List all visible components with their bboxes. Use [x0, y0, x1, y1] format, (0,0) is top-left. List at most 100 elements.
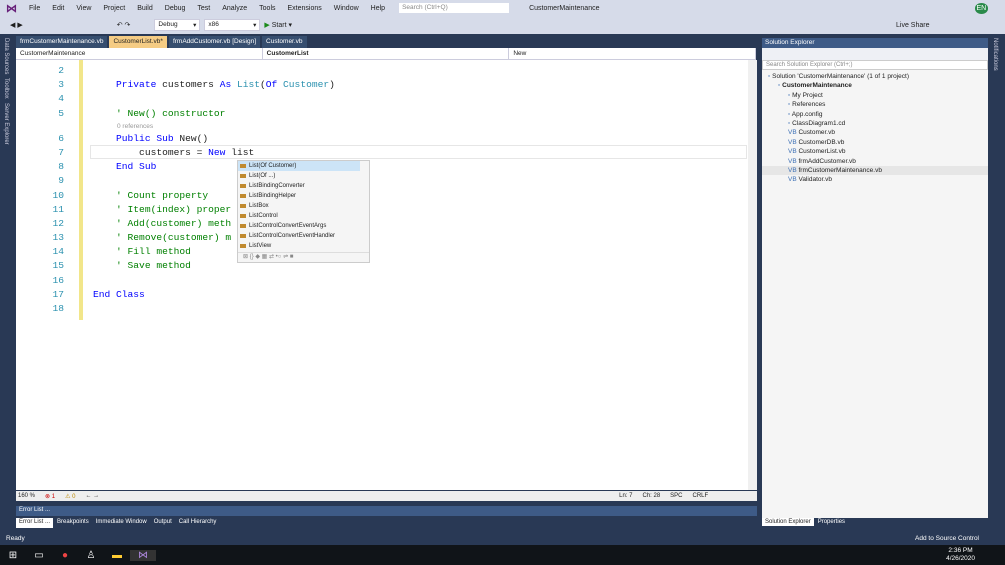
undo-icon[interactable]: ↶ ↷	[117, 21, 131, 29]
solution-tab[interactable]: Properties	[815, 518, 848, 526]
tree-item[interactable]: ▫ App.config	[762, 110, 988, 119]
config-dropdown[interactable]: Debug ▾	[154, 19, 201, 31]
code-line: 7 customers = New list	[36, 146, 335, 160]
menu-analyze[interactable]: Analyze	[216, 5, 253, 12]
file-icon: VB	[788, 129, 799, 137]
tree-item[interactable]: ▫ CustomerMaintenance	[762, 81, 988, 90]
bottom-tab[interactable]: Immediate Window	[93, 518, 150, 528]
code-editor[interactable]: 2 3 Private customers As List(Of Customer…	[16, 60, 757, 490]
codelens-references[interactable]: 0 references	[36, 121, 335, 132]
tree-item[interactable]: VB frmCustomerMaintenance.vb	[762, 165, 988, 176]
menu-test[interactable]: Test	[191, 5, 216, 12]
tree-item[interactable]: VB frmAddCustomer.vb	[762, 157, 988, 166]
tree-item[interactable]: ▫ Solution 'CustomerMaintenance' (1 of 1…	[762, 72, 988, 81]
visual-studio-icon[interactable]: ⋈	[130, 549, 156, 561]
line-number: 15	[52, 260, 64, 272]
tree-item[interactable]: ▫ ClassDiagram1.cd	[762, 119, 988, 128]
user-avatar[interactable]: EN	[974, 2, 989, 14]
code-line: 18	[36, 302, 335, 316]
left-tool-strip: Data Sources Toolbox Server Explorer	[0, 34, 16, 530]
code-token: Private	[116, 79, 157, 91]
completion-item[interactable]: List(Of Customer)	[238, 161, 360, 171]
live-share-button[interactable]: Live Share	[896, 22, 929, 29]
menu-extensions[interactable]: Extensions	[282, 5, 328, 12]
notifications-tab[interactable]: Notifications	[992, 38, 998, 71]
tree-item[interactable]: ▫ My Project	[762, 91, 988, 100]
error-list-panel[interactable]: Error List ...	[16, 506, 757, 516]
menu-project[interactable]: Project	[97, 5, 131, 12]
tree-item[interactable]: VB CustomerList.vb	[762, 147, 988, 156]
completion-item[interactable]: ListBindingConverter	[238, 181, 369, 191]
code-token: ' Save method	[116, 260, 191, 272]
search-input[interactable]: Search (Ctrl+Q)	[399, 3, 510, 13]
tree-item[interactable]: ▫ References	[762, 100, 988, 109]
tree-item[interactable]: VB Validator.vb	[762, 175, 988, 184]
line-number: 6	[58, 132, 64, 144]
document-tab[interactable]: Customer.vb	[262, 36, 307, 48]
document-tab[interactable]: frmAddCustomer.vb [Design]	[168, 36, 261, 48]
class-dropdown[interactable]: CustomerList	[263, 48, 510, 59]
line-number: 17	[52, 288, 64, 300]
menu-debug[interactable]: Debug	[159, 5, 192, 12]
tree-item[interactable]: VB CustomerDB.vb	[762, 138, 988, 147]
member-dropdown[interactable]: New	[509, 48, 757, 59]
menu-file[interactable]: File	[23, 5, 46, 12]
side-tab[interactable]: Toolbox	[3, 78, 9, 99]
navigation-bar: CustomerMaintenance CustomerList New	[16, 48, 757, 60]
completion-item[interactable]: ListBox	[238, 201, 369, 211]
app-icon[interactable]: ♙	[78, 550, 104, 561]
vs-logo-icon: ⋈	[6, 2, 17, 15]
completion-item[interactable]: List(Of ...)	[238, 171, 369, 181]
add-to-source-control[interactable]: Add to Source Control	[915, 535, 979, 542]
nav-arrows[interactable]: ← →	[85, 493, 99, 499]
completion-item[interactable]: ListControlConvertEventArgs	[238, 221, 369, 231]
solution-explorer-toolbar[interactable]	[762, 48, 988, 60]
line-number: 4	[58, 93, 64, 105]
clock[interactable]: 2:36 PM 4/26/2020	[946, 547, 975, 563]
code-token: As	[219, 79, 232, 91]
platform-dropdown[interactable]: x86 ▾	[204, 19, 261, 31]
menu-window[interactable]: Window	[328, 5, 365, 12]
solution-tab[interactable]: Solution Explorer	[762, 518, 814, 526]
intellisense-filter-icons[interactable]: ⊠ {} ◆ ▦ ⇄ •○ ⇌ ■	[238, 252, 369, 262]
completion-item[interactable]: ListView	[238, 241, 369, 251]
zoom-dropdown[interactable]: 160 %	[18, 493, 35, 499]
chrome-icon[interactable]: ●	[52, 550, 78, 561]
code-token: ' Remove(customer) m	[116, 232, 232, 244]
line-number: 12	[52, 217, 64, 229]
back-icon[interactable]: ◀ ▶	[10, 21, 23, 29]
side-tab[interactable]: Data Sources	[3, 38, 9, 74]
solution-search-input[interactable]: Search Solution Explorer (Ctrl+;)	[762, 60, 988, 70]
start-button[interactable]: ▶ Start ▾	[264, 21, 292, 29]
code-token: ' New() constructor	[116, 107, 226, 119]
intellisense-popup[interactable]: List(Of Customer) List(Of ...) ListBinding…	[237, 160, 370, 263]
code-line: 2	[36, 64, 335, 78]
bottom-tab[interactable]: Breakpoints	[54, 518, 92, 528]
document-tab[interactable]: frmCustomerMaintenance.vb	[16, 36, 108, 48]
tree-item[interactable]: VB Customer.vb	[762, 128, 988, 137]
menu-view[interactable]: View	[70, 5, 97, 12]
menu-edit[interactable]: Edit	[46, 5, 70, 12]
menu-tools[interactable]: Tools	[253, 5, 281, 12]
warning-count[interactable]: ⚠ 0	[65, 493, 75, 500]
code-token: list	[225, 146, 255, 158]
status-ready: Ready	[6, 535, 25, 542]
start-icon[interactable]: ⊞	[0, 550, 26, 561]
task-view-icon[interactable]: ▭	[26, 550, 52, 561]
project-dropdown[interactable]: CustomerMaintenance	[16, 48, 263, 59]
menu-build[interactable]: Build	[131, 5, 159, 12]
bottom-tab[interactable]: Output	[151, 518, 175, 528]
document-tab[interactable]: CustomerList.vb*	[109, 36, 167, 48]
side-tab[interactable]: Server Explorer	[3, 103, 9, 145]
file-explorer-icon[interactable]: ▬	[104, 550, 130, 561]
completion-item[interactable]: ListControlConvertEventHandler	[238, 231, 369, 241]
menu-help[interactable]: Help	[365, 5, 391, 12]
completion-item[interactable]: ListBindingHelper	[238, 191, 369, 201]
error-count[interactable]: ⊗ 1	[45, 493, 55, 500]
vertical-scrollbar[interactable]	[748, 60, 757, 490]
completion-item[interactable]: ListControl	[238, 211, 369, 221]
bottom-tab[interactable]: Call Hierarchy	[176, 518, 220, 528]
code-token: Of	[265, 79, 278, 91]
bottom-tab[interactable]: Error List ...	[16, 518, 54, 528]
